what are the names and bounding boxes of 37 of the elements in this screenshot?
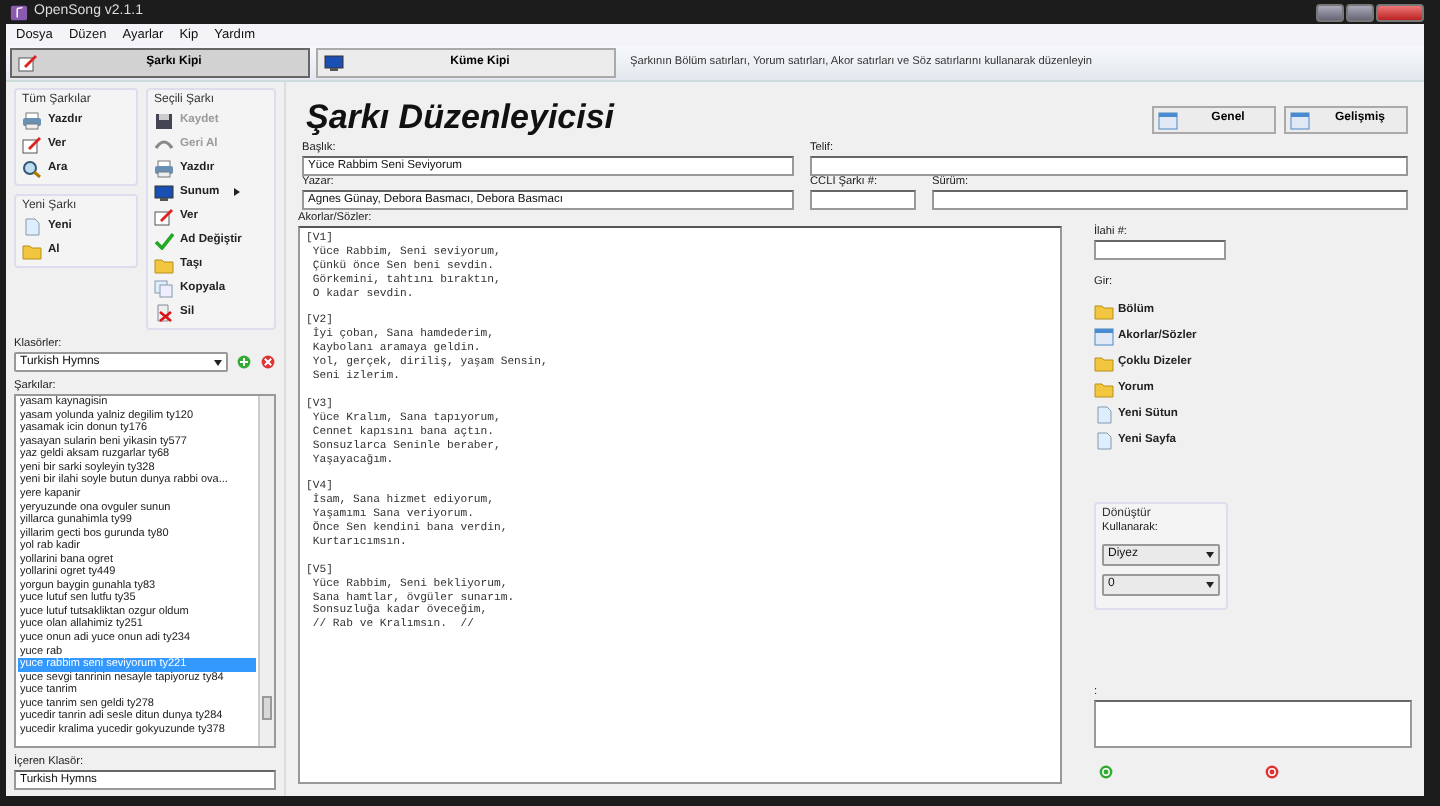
minimize-button[interactable] [1316, 3, 1344, 21]
text-field[interactable] [810, 190, 916, 210]
printer-icon [154, 159, 174, 178]
pencil-icon [154, 207, 174, 226]
monitor-icon [324, 54, 344, 72]
notes-field[interactable] [1094, 700, 1412, 748]
monitor-icon [154, 183, 174, 202]
text-field[interactable] [932, 190, 1408, 210]
window-icon [1158, 111, 1178, 129]
floppy-icon [154, 111, 174, 130]
folder-icon [22, 241, 42, 260]
scrollbar[interactable] [258, 396, 274, 746]
document-icon [22, 217, 42, 236]
cancel-icon [1264, 764, 1280, 780]
delete-icon [154, 303, 174, 322]
submenu-arrow-icon [233, 188, 240, 197]
confirm-icon [1098, 764, 1114, 780]
add-icon [236, 354, 252, 371]
pencil-icon [18, 54, 38, 72]
window-icon [1094, 327, 1114, 345]
printer-icon [22, 111, 42, 130]
search-icon [22, 159, 42, 178]
checkmark-icon [154, 231, 174, 250]
folder-icon [154, 255, 174, 274]
editor-heading: Şarkı Düzenleyicisi [306, 98, 615, 138]
song-list[interactable] [14, 394, 276, 748]
text-field[interactable] [1094, 240, 1226, 260]
scrollbar-thumb[interactable] [262, 696, 272, 721]
maximize-button[interactable] [1346, 3, 1374, 21]
remove-icon [260, 354, 276, 371]
text-field[interactable] [810, 156, 1408, 176]
close-button[interactable] [1376, 3, 1424, 21]
copy-icon [154, 279, 174, 298]
pencil-icon [22, 135, 42, 154]
folder-icon [1094, 301, 1114, 319]
window-icon [1290, 111, 1310, 129]
app-icon [10, 3, 28, 21]
